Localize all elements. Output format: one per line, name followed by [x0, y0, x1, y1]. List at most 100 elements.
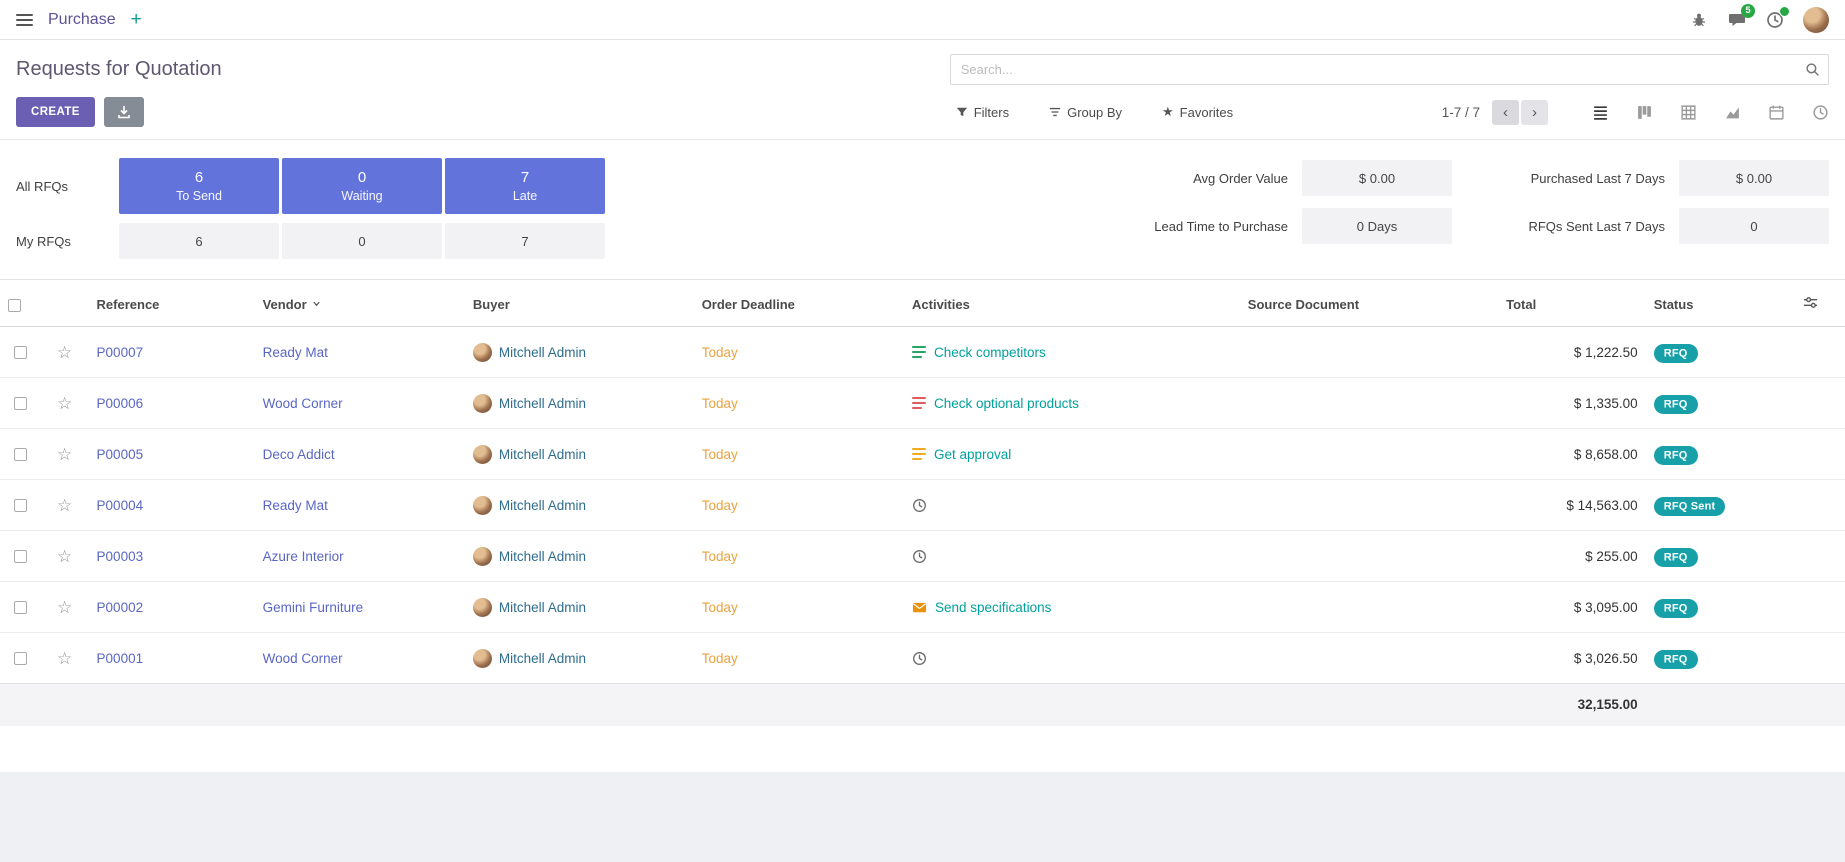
- row-checkbox[interactable]: [14, 448, 27, 461]
- buyer-link[interactable]: Mitchell Admin: [499, 345, 586, 360]
- table-row[interactable]: ☆ P00004 Ready Mat Mitchell Admin Today …: [0, 480, 1845, 531]
- late-label: Late: [513, 189, 537, 203]
- table-row[interactable]: ☆ P00001 Wood Corner Mitchell Admin Toda…: [0, 633, 1845, 684]
- calendar-view-icon[interactable]: [1768, 104, 1785, 121]
- status-badge: RFQ: [1654, 446, 1698, 465]
- favorites-button[interactable]: ★ Favorites: [1156, 103, 1239, 121]
- favorite-star-icon[interactable]: ☆: [57, 649, 72, 668]
- my-rfqs-label[interactable]: My RFQs: [16, 234, 116, 249]
- row-checkbox[interactable]: [14, 652, 27, 665]
- favorite-star-icon[interactable]: ☆: [57, 598, 72, 617]
- activity-label[interactable]: Send specifications: [935, 600, 1051, 615]
- kanban-view-icon[interactable]: [1636, 104, 1653, 121]
- header-source-document[interactable]: Source Document: [1240, 280, 1498, 327]
- row-checkbox[interactable]: [14, 601, 27, 614]
- app-name[interactable]: Purchase: [48, 11, 116, 29]
- filters-button[interactable]: Filters: [950, 103, 1015, 121]
- my-to-send-count[interactable]: 6: [119, 223, 279, 259]
- vendor-link[interactable]: Ready Mat: [263, 345, 328, 360]
- graph-view-icon[interactable]: [1724, 104, 1741, 121]
- buyer-link[interactable]: Mitchell Admin: [499, 498, 586, 513]
- table-row[interactable]: ☆ P00002 Gemini Furniture Mitchell Admin…: [0, 582, 1845, 633]
- activity-clock-icon[interactable]: [912, 498, 927, 513]
- select-all-checkbox[interactable]: [8, 299, 21, 312]
- activity-tasks-icon[interactable]: [912, 397, 926, 410]
- vendor-link[interactable]: Wood Corner: [263, 396, 343, 411]
- header-buyer[interactable]: Buyer: [465, 280, 694, 327]
- export-download-button[interactable]: [104, 97, 144, 127]
- search-input[interactable]: [950, 54, 1829, 85]
- pager-next-button[interactable]: ›: [1521, 100, 1548, 125]
- vendor-link[interactable]: Ready Mat: [263, 498, 328, 513]
- reference-link[interactable]: P00004: [97, 498, 144, 513]
- buyer-link[interactable]: Mitchell Admin: [499, 447, 586, 462]
- vendor-link[interactable]: Wood Corner: [263, 651, 343, 666]
- reference-link[interactable]: P00001: [97, 651, 144, 666]
- reference-link[interactable]: P00003: [97, 549, 144, 564]
- activity-clock-icon[interactable]: [912, 651, 927, 666]
- row-checkbox[interactable]: [14, 550, 27, 563]
- reference-link[interactable]: P00007: [97, 345, 144, 360]
- activities-clock-icon[interactable]: [1765, 10, 1785, 30]
- to-send-card[interactable]: 6 To Send: [119, 158, 279, 214]
- reference-link[interactable]: P00006: [97, 396, 144, 411]
- footer-total-sum: 32,155.00: [1498, 684, 1646, 726]
- vendor-link[interactable]: Deco Addict: [263, 447, 335, 462]
- optional-columns-toggle[interactable]: [1795, 280, 1845, 327]
- my-waiting-count[interactable]: 0: [282, 223, 442, 259]
- apps-menu-icon[interactable]: [16, 14, 33, 26]
- reference-link[interactable]: P00002: [97, 600, 144, 615]
- header-status[interactable]: Status: [1646, 280, 1795, 327]
- activity-tasks-icon[interactable]: [912, 346, 926, 359]
- metric-label: Avg Order Value: [1123, 171, 1288, 186]
- favorite-star-icon[interactable]: ☆: [57, 445, 72, 464]
- row-checkbox[interactable]: [14, 346, 27, 359]
- buyer-link[interactable]: Mitchell Admin: [499, 396, 586, 411]
- activity-label[interactable]: Check optional products: [934, 396, 1079, 411]
- header-order-deadline[interactable]: Order Deadline: [694, 280, 904, 327]
- row-checkbox[interactable]: [14, 397, 27, 410]
- debug-bug-icon[interactable]: [1689, 10, 1709, 30]
- header-reference[interactable]: Reference: [89, 280, 255, 327]
- source-document-value: [1240, 480, 1498, 531]
- table-row[interactable]: ☆ P00005 Deco Addict Mitchell Admin Toda…: [0, 429, 1845, 480]
- all-rfqs-label[interactable]: All RFQs: [16, 179, 116, 194]
- create-button[interactable]: CREATE: [16, 97, 95, 127]
- waiting-card[interactable]: 0 Waiting: [282, 158, 442, 214]
- activity-clock-icon[interactable]: [912, 549, 927, 564]
- vendor-link[interactable]: Gemini Furniture: [263, 600, 364, 615]
- table-row[interactable]: ☆ P00003 Azure Interior Mitchell Admin T…: [0, 531, 1845, 582]
- activity-envelope-icon[interactable]: [912, 600, 927, 615]
- activity-tasks-icon[interactable]: [912, 448, 926, 461]
- buyer-link[interactable]: Mitchell Admin: [499, 549, 586, 564]
- search-icon[interactable]: [1805, 62, 1820, 80]
- late-card[interactable]: 7 Late: [445, 158, 605, 214]
- user-avatar[interactable]: [1803, 7, 1829, 33]
- activity-label[interactable]: Check competitors: [934, 345, 1046, 360]
- status-badge: RFQ: [1654, 650, 1698, 669]
- messages-icon[interactable]: 5: [1727, 10, 1747, 30]
- buyer-link[interactable]: Mitchell Admin: [499, 651, 586, 666]
- header-total[interactable]: Total: [1498, 280, 1646, 327]
- reference-link[interactable]: P00005: [97, 447, 144, 462]
- total-value: $ 3,095.00: [1498, 582, 1646, 633]
- table-row[interactable]: ☆ P00006 Wood Corner Mitchell Admin Toda…: [0, 378, 1845, 429]
- header-vendor[interactable]: Vendor: [255, 280, 465, 327]
- group-by-button[interactable]: Group By: [1043, 103, 1128, 121]
- new-tab-plus-icon[interactable]: +: [131, 10, 142, 29]
- list-view-icon[interactable]: [1592, 104, 1609, 121]
- buyer-link[interactable]: Mitchell Admin: [499, 600, 586, 615]
- favorite-star-icon[interactable]: ☆: [57, 394, 72, 413]
- vendor-link[interactable]: Azure Interior: [263, 549, 344, 564]
- my-late-count[interactable]: 7: [445, 223, 605, 259]
- row-checkbox[interactable]: [14, 499, 27, 512]
- table-row[interactable]: ☆ P00007 Ready Mat Mitchell Admin Today …: [0, 327, 1845, 378]
- favorite-star-icon[interactable]: ☆: [57, 343, 72, 362]
- activity-label[interactable]: Get approval: [934, 447, 1011, 462]
- activity-view-icon[interactable]: [1812, 104, 1829, 121]
- pivot-view-icon[interactable]: [1680, 104, 1697, 121]
- pager-previous-button[interactable]: ‹: [1492, 100, 1519, 125]
- favorite-star-icon[interactable]: ☆: [57, 547, 72, 566]
- favorite-star-icon[interactable]: ☆: [57, 496, 72, 515]
- header-activities[interactable]: Activities: [904, 280, 1240, 327]
